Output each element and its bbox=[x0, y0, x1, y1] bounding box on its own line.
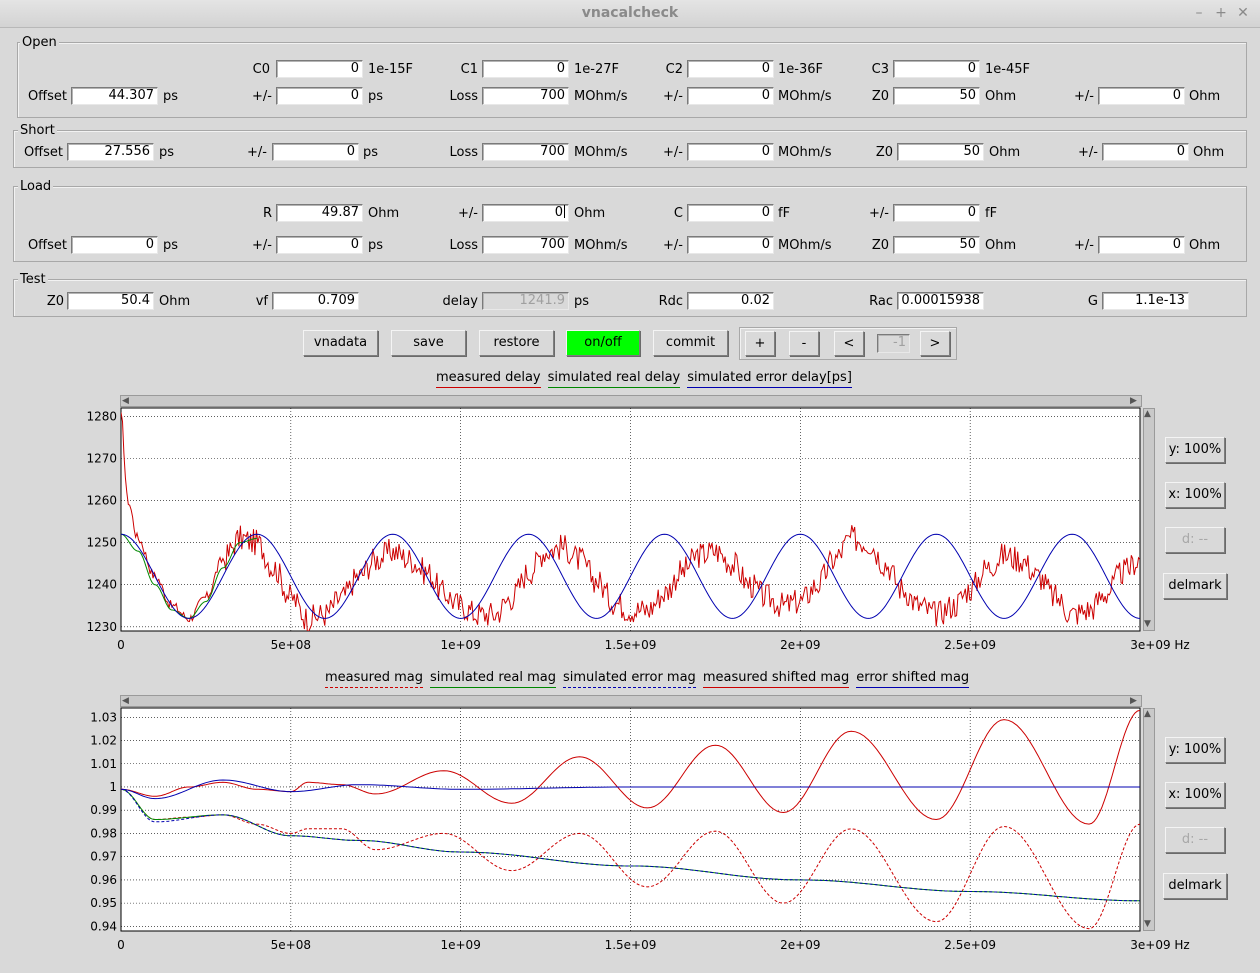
mag-delmark-button[interactable]: delmark bbox=[1163, 873, 1227, 899]
y-tick-label: 1.01 bbox=[90, 757, 117, 771]
x-tick-label: 3e+09 Hz bbox=[1130, 938, 1189, 952]
y-tick-label: 0.94 bbox=[90, 919, 117, 933]
x-tick-label: 2e+09 bbox=[780, 938, 820, 952]
y-tick-label: 0.96 bbox=[90, 873, 117, 887]
y-tick-label: 0.98 bbox=[90, 826, 117, 840]
y-tick-label: 1.03 bbox=[90, 710, 117, 724]
x-tick-label: 0 bbox=[117, 938, 125, 952]
y-tick-label: 0.95 bbox=[90, 896, 117, 910]
x-tick-label: 1e+09 bbox=[440, 938, 480, 952]
y-tick-label: 1 bbox=[109, 780, 117, 794]
mag-x-zoom-button[interactable]: x: 100% bbox=[1165, 782, 1225, 808]
mag-d-button: d: -- bbox=[1165, 827, 1225, 853]
y-tick-label: 0.99 bbox=[90, 803, 117, 817]
mag-y-zoom-button[interactable]: y: 100% bbox=[1165, 737, 1225, 763]
y-tick-label: 0.97 bbox=[90, 850, 117, 864]
x-tick-label: 5e+08 bbox=[271, 938, 311, 952]
x-tick-label: 1.5e+09 bbox=[605, 938, 657, 952]
y-tick-label: 1.02 bbox=[90, 734, 117, 748]
mag-chart[interactable]: 0.94 0.95 0.96 0.97 0.98 0.99 1 1.01 1.02 1.03 0 5e… bbox=[0, 0, 1260, 973]
x-tick-label: 2.5e+09 bbox=[944, 938, 996, 952]
